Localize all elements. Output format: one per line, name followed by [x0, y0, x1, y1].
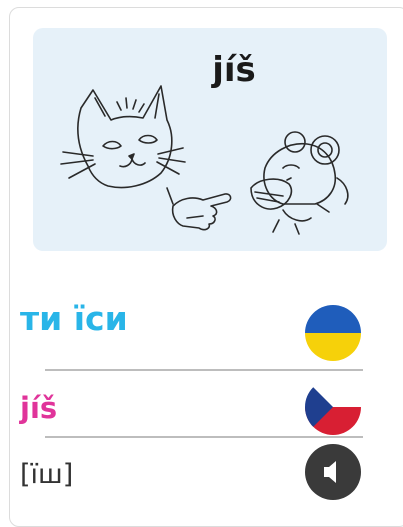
pronunciation-text: [їш]	[20, 459, 74, 490]
word-illustration: jíš	[33, 28, 387, 251]
play-sound-button[interactable]	[305, 444, 361, 500]
speaker-icon	[324, 461, 336, 483]
ukrainian-translation: ти їси	[20, 299, 128, 338]
czech-word: jíš	[20, 391, 58, 425]
czech-flag-icon	[305, 379, 361, 435]
pointing-hand-icon	[166, 187, 232, 231]
cat-drawing	[60, 85, 186, 189]
mouse-eating-drawing	[250, 131, 349, 235]
word-card: jíš ти їси jíš [їш]	[9, 7, 403, 527]
divider-1	[45, 369, 363, 371]
divider-2	[45, 436, 363, 438]
illustration-word: jíš	[212, 50, 256, 90]
ukraine-flag-icon	[305, 305, 361, 361]
